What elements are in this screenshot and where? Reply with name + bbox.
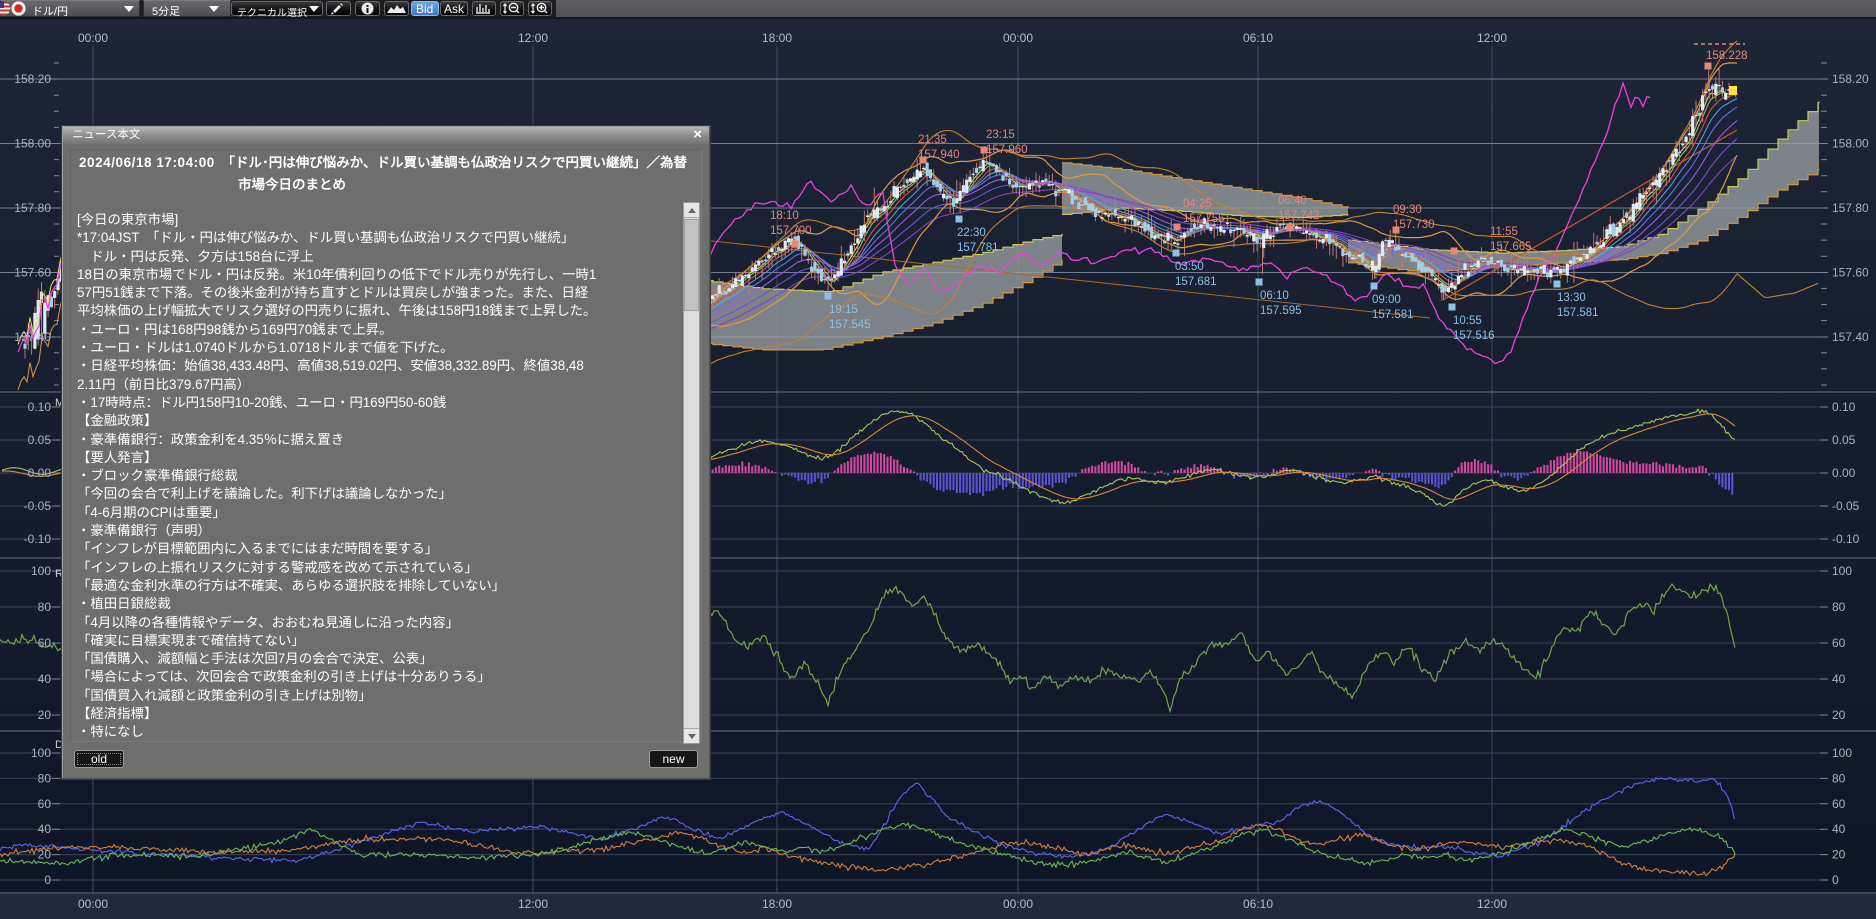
svg-text:157.545: 157.545 — [829, 319, 871, 331]
svg-text:157.60: 157.60 — [1832, 266, 1869, 280]
svg-text:100: 100 — [1832, 564, 1852, 578]
svg-text:20: 20 — [38, 848, 52, 862]
svg-text:18:10: 18:10 — [770, 210, 799, 222]
svg-text:157.40: 157.40 — [14, 330, 51, 344]
svg-text:00:00: 00:00 — [78, 897, 108, 911]
svg-text:12:00: 12:00 — [1477, 31, 1507, 45]
svg-text:158.00: 158.00 — [14, 137, 51, 151]
svg-text:-0.10: -0.10 — [1832, 532, 1860, 546]
svg-text:0.00: 0.00 — [28, 466, 52, 480]
svg-text:157.940: 157.940 — [918, 149, 960, 161]
svg-text:03:50: 03:50 — [1175, 261, 1204, 273]
svg-text:00:00: 00:00 — [78, 31, 108, 45]
svg-text:-0.05: -0.05 — [1832, 499, 1860, 513]
svg-text:00:00: 00:00 — [1003, 897, 1033, 911]
svg-text:157.781: 157.781 — [957, 242, 999, 254]
svg-text:80: 80 — [1832, 771, 1846, 785]
svg-text:-0.10: -0.10 — [24, 532, 52, 546]
svg-text:157.665: 157.665 — [1490, 241, 1532, 253]
svg-text:21:35: 21:35 — [918, 134, 947, 146]
svg-text:19:15: 19:15 — [829, 304, 858, 316]
svg-text:157.60: 157.60 — [14, 266, 51, 280]
svg-text:06:10: 06:10 — [1243, 31, 1273, 45]
svg-text:158.00: 158.00 — [1832, 137, 1869, 151]
svg-text:60: 60 — [38, 636, 52, 650]
svg-text:0.10: 0.10 — [28, 400, 52, 414]
svg-text:157.960: 157.960 — [986, 144, 1028, 156]
svg-text:157.581: 157.581 — [1557, 307, 1599, 319]
svg-text:12:00: 12:00 — [518, 31, 548, 45]
svg-text:20: 20 — [1832, 708, 1846, 722]
svg-text:06:10: 06:10 — [1260, 290, 1289, 302]
svg-text:0.05: 0.05 — [28, 433, 52, 447]
svg-text:18:00: 18:00 — [762, 897, 792, 911]
svg-text:157.681: 157.681 — [1175, 276, 1217, 288]
svg-text:20: 20 — [38, 708, 52, 722]
svg-text:157.595: 157.595 — [1260, 305, 1302, 317]
svg-text:00:00: 00:00 — [1003, 31, 1033, 45]
svg-text:40: 40 — [38, 822, 52, 836]
svg-text:157.755: 157.755 — [1183, 213, 1225, 225]
svg-text:100: 100 — [31, 564, 51, 578]
svg-text:06:40: 06:40 — [1278, 195, 1307, 207]
svg-text:60: 60 — [1832, 636, 1846, 650]
svg-text:23:15: 23:15 — [986, 129, 1015, 141]
svg-text:0.05: 0.05 — [1832, 433, 1856, 447]
svg-text:157.581: 157.581 — [1372, 309, 1414, 321]
svg-text:04:25: 04:25 — [1183, 198, 1212, 210]
svg-text:157.516: 157.516 — [1453, 330, 1495, 342]
svg-text:0.00: 0.00 — [1832, 466, 1856, 480]
svg-text:12:00: 12:00 — [1477, 897, 1507, 911]
svg-text:09:00: 09:00 — [1372, 294, 1401, 306]
svg-text:100: 100 — [1832, 746, 1852, 760]
svg-text:11:55: 11:55 — [1490, 226, 1518, 238]
svg-text:0: 0 — [44, 873, 51, 887]
svg-text:60: 60 — [38, 797, 52, 811]
svg-text:60: 60 — [1832, 797, 1846, 811]
svg-text:09:30: 09:30 — [1393, 204, 1422, 216]
svg-text:12:00: 12:00 — [518, 897, 548, 911]
svg-text:157.730: 157.730 — [1393, 219, 1435, 231]
svg-text:157.80: 157.80 — [14, 201, 51, 215]
svg-text:157.80: 157.80 — [1832, 201, 1869, 215]
svg-text:0.10: 0.10 — [1832, 400, 1856, 414]
svg-text:22:30: 22:30 — [957, 227, 986, 239]
svg-text:158.228: 158.228 — [1706, 50, 1748, 62]
svg-text:80: 80 — [38, 600, 52, 614]
svg-text:157.700: 157.700 — [770, 225, 812, 237]
svg-text:157.742: 157.742 — [1278, 210, 1320, 222]
svg-text:40: 40 — [38, 672, 52, 686]
svg-text:80: 80 — [38, 771, 52, 785]
svg-text:158.20: 158.20 — [14, 72, 51, 86]
svg-text:80: 80 — [1832, 600, 1846, 614]
svg-text:158.20: 158.20 — [1832, 72, 1869, 86]
svg-text:20: 20 — [1832, 848, 1846, 862]
svg-text:13:30: 13:30 — [1557, 292, 1586, 304]
svg-text:-0.05: -0.05 — [24, 499, 52, 513]
svg-text:18:00: 18:00 — [762, 31, 792, 45]
svg-text:40: 40 — [1832, 672, 1846, 686]
svg-text:157.40: 157.40 — [1832, 330, 1869, 344]
svg-text:06:10: 06:10 — [1243, 897, 1273, 911]
svg-text:40: 40 — [1832, 822, 1846, 836]
svg-text:0: 0 — [1832, 873, 1839, 887]
svg-text:10:55: 10:55 — [1453, 315, 1482, 327]
svg-text:100: 100 — [31, 746, 51, 760]
